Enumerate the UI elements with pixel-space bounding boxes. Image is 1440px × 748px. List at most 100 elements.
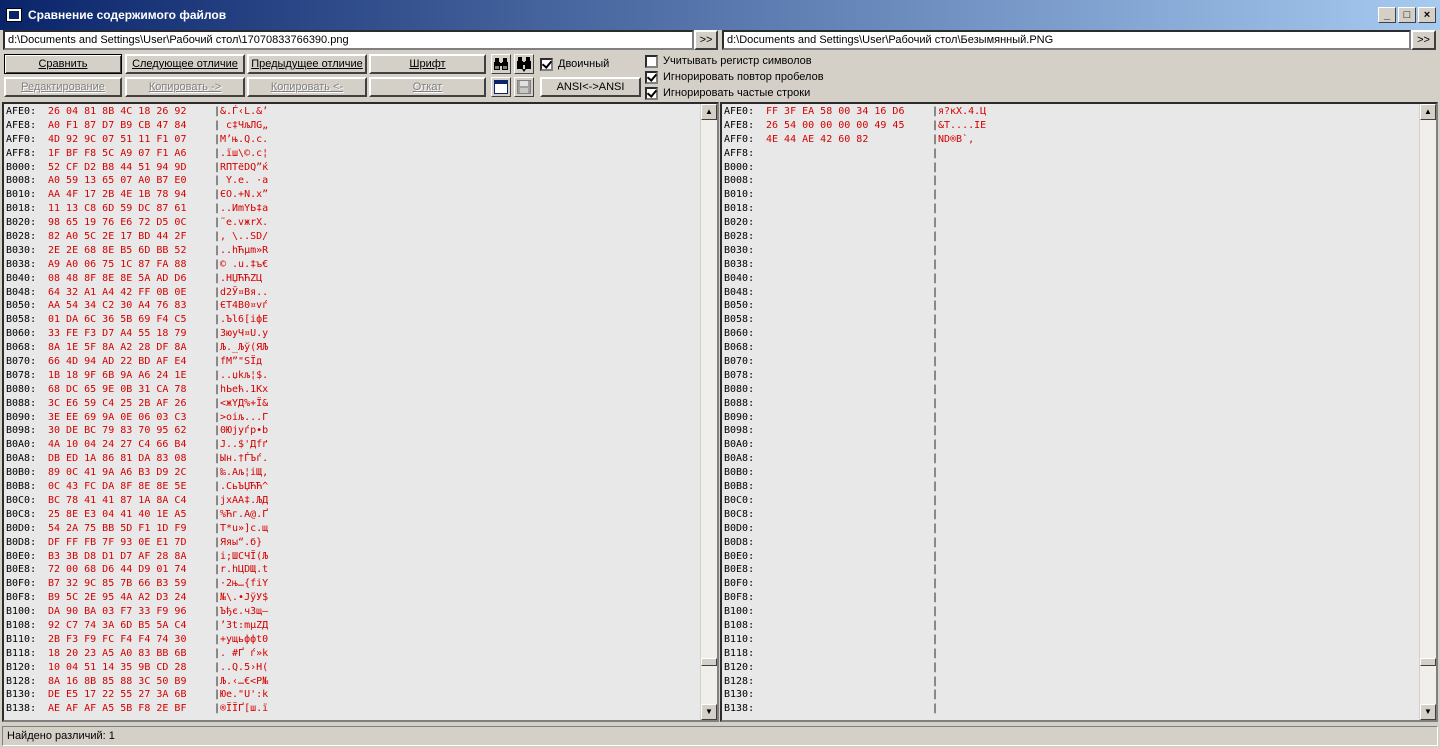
binary-checkbox-box[interactable] — [540, 57, 553, 71]
left-scroll-down-button[interactable]: ▼ — [701, 704, 717, 720]
hex-row: B120: | — [724, 661, 986, 675]
hex-bytes: 0C 43 FC DA 8F 8E 8E 5E — [48, 481, 187, 493]
hex-ascii-text: ..hЋµm»R — [220, 244, 269, 256]
hex-address: B040: — [6, 272, 37, 284]
right-scroll-thumb[interactable] — [1420, 658, 1436, 666]
right-vertical-scrollbar[interactable]: ▲ ▼ — [1419, 104, 1436, 720]
hex-separator: | — [932, 300, 939, 312]
hex-row: B120: 10 04 51 14 35 9B CD 28 | ..Q.5›Н( — [6, 661, 268, 675]
hex-bytes — [766, 577, 932, 591]
hex-bytes: B7 32 9C 85 7B 66 B3 59 — [48, 578, 187, 590]
hex-row: B078: | — [724, 369, 986, 383]
left-browse-button[interactable]: >> — [694, 30, 718, 50]
app-compare-icon — [6, 8, 22, 22]
copy-right-button[interactable]: Копировать -> — [125, 77, 245, 97]
close-button[interactable]: × — [1418, 7, 1436, 23]
right-browse-button[interactable]: >> — [1411, 30, 1436, 50]
hex-separator: | — [932, 494, 939, 506]
ignore-spaces-option[interactable]: Игнорировать повтор пробелов — [645, 69, 824, 85]
hex-bytes — [766, 327, 932, 341]
next-difference-button[interactable]: Следующее отличие — [125, 54, 245, 74]
hex-address: B038: — [724, 258, 755, 270]
ansi-conversion-button[interactable]: ANSI<->ANSI — [540, 77, 641, 97]
hex-ascii-text: Љ.‹…€<P№ — [220, 675, 269, 687]
left-hex-pane[interactable]: AFE0: 26 04 81 8B 4C 18 26 92 | &.Ѓ‹L.&’ AFE… — [2, 102, 719, 722]
binary-mode-checkbox[interactable]: Двоичный — [540, 56, 609, 72]
minimize-button[interactable]: _ — [1378, 7, 1396, 23]
find-button[interactable] — [491, 54, 511, 74]
left-vertical-scrollbar[interactable]: ▲ ▼ — [700, 104, 717, 720]
hex-row: B0F8: B9 5C 2E 95 4A A2 D3 24 | №\.•JўУ$ — [6, 591, 268, 605]
hex-ascii-text: Љ._Љў(ЯЉ — [220, 342, 269, 354]
find-next-button[interactable] — [514, 54, 534, 74]
hex-row: B0D0: 54 2A 75 BB 5D F1 1D F9 | T*u»]с.щ — [6, 522, 268, 536]
title-bar[interactable]: Сравнение содержимого файлов _ □ × — [0, 0, 1440, 30]
edit-button[interactable]: Редактирование — [4, 77, 122, 97]
hex-separator: | — [932, 661, 939, 673]
hex-row: B090: | — [724, 411, 986, 425]
hex-ascii-text: r.hЦDЩ.t — [220, 564, 269, 576]
hex-row: AFE0: FF 3F EA 58 00 34 16 D6 | я?кX.4.Ц — [724, 105, 986, 119]
save-button[interactable] — [514, 77, 534, 97]
hex-address: B110: — [6, 633, 37, 645]
hex-ascii-text: M’њ.Q.с. — [220, 133, 269, 145]
ignore-frequent-checkbox[interactable] — [645, 86, 658, 100]
hex-address: AFF0: — [6, 133, 37, 145]
hex-separator: | — [932, 606, 939, 618]
compare-button[interactable]: Сравнить — [4, 54, 122, 74]
hex-address: AFE0: — [724, 106, 755, 117]
copy-left-button[interactable]: Копировать <- — [247, 77, 367, 97]
maximize-button[interactable]: □ — [1398, 7, 1416, 23]
case-sensitive-option[interactable]: Учитывать регистр символов — [645, 53, 812, 69]
right-scroll-down-button[interactable]: ▼ — [1420, 704, 1436, 720]
hex-address: B138: — [724, 703, 755, 715]
hex-address: AFE8: — [6, 119, 37, 131]
hex-row: B028: | — [724, 230, 986, 244]
left-scroll-thumb[interactable] — [701, 658, 717, 666]
hex-row: B0E8: 72 00 68 D6 44 D9 01 74 | r.hЦDЩ.t — [6, 563, 268, 577]
hex-separator: | — [932, 633, 939, 645]
hex-bytes — [766, 536, 932, 550]
hex-separator: | — [932, 217, 939, 229]
ignore-spaces-checkbox[interactable] — [645, 70, 658, 84]
hex-bytes — [766, 661, 932, 675]
right-file-path-input[interactable]: d:\Documents and Settings\User\Рабочий с… — [722, 30, 1411, 50]
hex-row: B088: | — [724, 397, 986, 411]
hex-bytes: 2E 2E 68 8E B5 6D BB 52 — [48, 244, 187, 256]
hex-address: B118: — [6, 647, 37, 659]
floppy-disk-icon — [517, 80, 531, 94]
hex-row: B020: | — [724, 216, 986, 230]
hex-address: B120: — [724, 661, 755, 673]
binoculars-arrow-icon — [517, 57, 531, 72]
window-layout-button[interactable] — [491, 77, 511, 97]
font-button[interactable]: Шрифт — [369, 54, 486, 74]
ignore-frequent-lines-option[interactable]: Игнорировать частые строки — [645, 85, 810, 101]
hex-address: B050: — [724, 300, 755, 312]
hex-bytes — [766, 355, 932, 369]
hex-address: B070: — [6, 356, 37, 368]
hex-row: B040: 08 48 8F 8E 8E 5A AD D6 | .HЏЋЋZ­Ц — [6, 272, 268, 286]
hex-bytes: A9 A0 06 75 1C 87 FA 88 — [48, 258, 187, 270]
hex-bytes — [766, 272, 932, 286]
hex-ascii-text: я?кX.4.Ц — [938, 106, 987, 117]
hex-separator: | — [932, 536, 939, 548]
hex-address: B0C0: — [724, 494, 755, 506]
hex-bytes: 52 CF D2 B8 44 51 94 9D — [48, 161, 187, 173]
hex-address: B018: — [6, 203, 37, 215]
hex-bytes — [766, 216, 932, 230]
hex-bytes — [766, 466, 932, 480]
hex-row: B060: 33 FE F3 D7 A4 55 18 79 | 3юуЧ¤U.y — [6, 327, 268, 341]
ignore-spaces-label: Игнорировать повтор пробелов — [663, 71, 824, 83]
hex-address: B0A8: — [724, 453, 755, 465]
previous-difference-button[interactable]: Предыдущее отличие — [247, 54, 367, 74]
hex-row: AFF0: 4D 92 9C 07 51 11 F1 07 | M’њ.Q.с. — [6, 133, 268, 147]
undo-button[interactable]: Откат — [369, 77, 486, 97]
right-scroll-up-button[interactable]: ▲ — [1420, 104, 1436, 120]
left-file-path-input[interactable]: d:\Documents and Settings\User\Рабочий с… — [3, 30, 694, 50]
case-sensitive-checkbox[interactable] — [645, 54, 658, 68]
left-scroll-up-button[interactable]: ▲ — [701, 104, 717, 120]
hex-bytes: 26 04 81 8B 4C 18 26 92 — [48, 106, 187, 117]
right-hex-pane[interactable]: AFE0: FF 3F EA 58 00 34 16 D6 | я?кX.4.Ц AFE… — [720, 102, 1438, 722]
hex-ascii-text: ®ЇЇҐ[ш.ї — [220, 703, 269, 715]
hex-address: B0E8: — [724, 564, 755, 576]
